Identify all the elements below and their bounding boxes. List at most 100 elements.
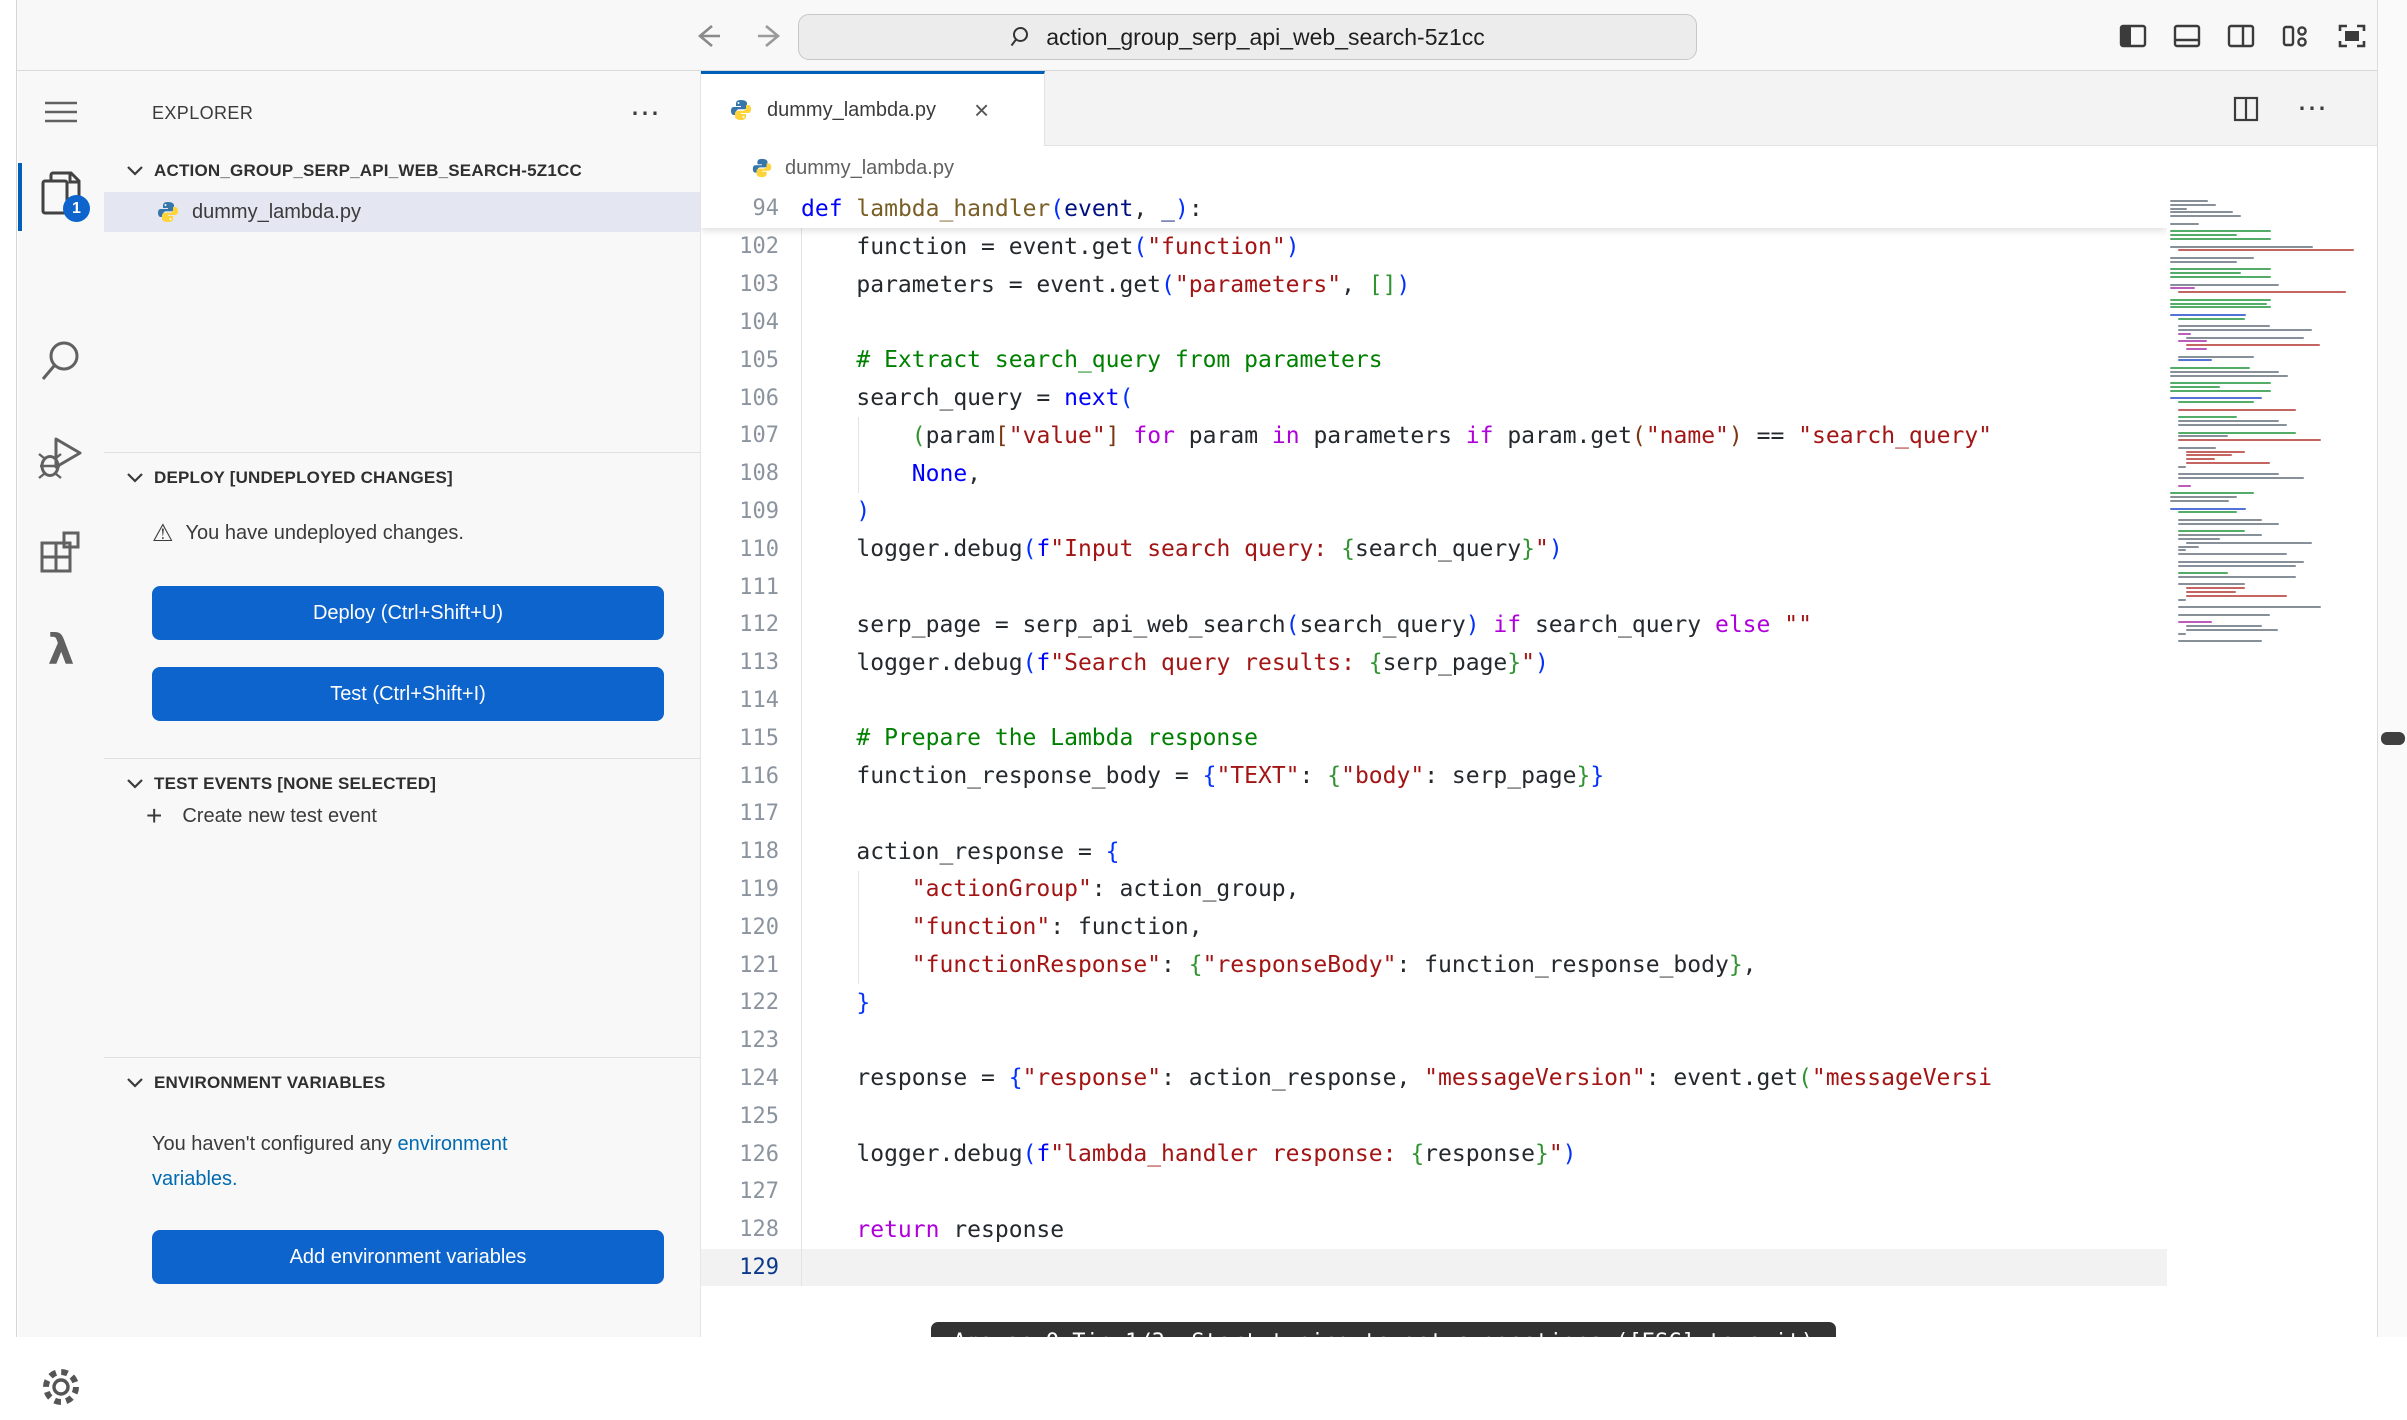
minimap-line xyxy=(2170,337,2366,339)
minimap[interactable] xyxy=(2170,200,2366,670)
breadcrumb[interactable]: dummy_lambda.py xyxy=(701,146,2377,190)
toggle-primary-sidebar-icon[interactable] xyxy=(2119,22,2147,50)
code-line-124[interactable]: 124 response = {"response": action_respo… xyxy=(701,1060,2167,1098)
code-line-121[interactable]: 121 "functionResponse": {"responseBody":… xyxy=(701,946,2167,984)
explorer-more-actions-icon[interactable]: ⋯ xyxy=(630,91,660,135)
code-line-126[interactable]: 126 logger.debug(f"lambda_handler respon… xyxy=(701,1135,2167,1173)
code-line-108[interactable]: 108 None, xyxy=(701,455,2167,493)
search-icon xyxy=(1010,25,1034,49)
settings-button[interactable] xyxy=(18,1354,104,1420)
code-line-102[interactable]: 102 function = event.get("function") xyxy=(701,228,2167,266)
scrollbar-thumb[interactable] xyxy=(2381,732,2405,745)
code-line-112[interactable]: 112 serp_page = serp_api_web_search(sear… xyxy=(701,606,2167,644)
sidebar-item-lambda[interactable]: λ xyxy=(18,616,104,682)
command-center-search[interactable]: action_group_serp_api_web_search-5z1cc xyxy=(798,14,1697,60)
line-number: 117 xyxy=(701,801,779,826)
undeployed-warning: ⚠ You have undeployed changes. xyxy=(152,521,464,545)
line-number: 125 xyxy=(701,1104,779,1129)
minimap-line xyxy=(2170,466,2366,468)
code-text: "functionResponse": {"responseBody": fun… xyxy=(779,952,1757,978)
sidebar-item-run-debug[interactable] xyxy=(18,424,104,490)
minimap-line xyxy=(2170,223,2366,225)
code-line-111[interactable]: 111 xyxy=(701,568,2167,606)
line-number: 121 xyxy=(701,953,779,978)
code-text: serp_page = serp_api_web_search(search_q… xyxy=(779,612,1812,638)
code-line-120[interactable]: 120 "function": function, xyxy=(701,908,2167,946)
minimap-line xyxy=(2170,211,2366,213)
sidebar-item-search[interactable] xyxy=(18,328,104,394)
minimap-line xyxy=(2170,287,2366,289)
code-line-109[interactable]: 109 ) xyxy=(701,493,2167,531)
line-number: 112 xyxy=(701,612,779,637)
menu-button[interactable] xyxy=(18,79,104,145)
minimap-line xyxy=(2170,409,2366,411)
chevron-down-icon xyxy=(126,1077,144,1089)
create-test-event-label: Create new test event xyxy=(182,805,377,828)
minimap-line xyxy=(2170,473,2366,475)
minimap-line xyxy=(2170,454,2366,456)
code-line-118[interactable]: 118 action_response = { xyxy=(701,833,2167,871)
environment-section-header[interactable]: ENVIRONMENT VARIABLES xyxy=(104,1061,700,1105)
toggle-secondary-sidebar-icon[interactable] xyxy=(2227,22,2255,50)
sidebar-item-explorer[interactable]: 1 xyxy=(18,164,104,230)
add-environment-variables-button[interactable]: Add environment variables xyxy=(152,1230,664,1284)
minimap-line xyxy=(2170,489,2366,491)
tab-label: dummy_lambda.py xyxy=(767,99,936,122)
deploy-section-header[interactable]: DEPLOY [UNDEPLOYED CHANGES] xyxy=(104,456,700,500)
minimap-line xyxy=(2170,276,2366,278)
minimap-line xyxy=(2170,322,2366,324)
code-line-117[interactable]: 117 xyxy=(701,795,2167,833)
close-icon[interactable]: × xyxy=(974,100,989,120)
code-line-116[interactable]: 116 function_response_body = {"TEXT": {"… xyxy=(701,757,2167,795)
minimap-line xyxy=(2170,219,2366,221)
back-arrow-icon[interactable] xyxy=(690,21,724,51)
sticky-scroll-line[interactable]: 94def lambda_handler(event, _): xyxy=(701,190,2167,228)
centered-layout-icon[interactable] xyxy=(2337,22,2367,50)
code-line-122[interactable]: 122 } xyxy=(701,984,2167,1022)
minimap-line xyxy=(2170,359,2366,361)
code-text: parameters = event.get("parameters", []) xyxy=(779,272,1410,298)
code-line-94[interactable]: 94def lambda_handler(event, _): xyxy=(701,190,2167,228)
split-editor-icon[interactable] xyxy=(2233,96,2259,122)
code-line-129[interactable]: 129 xyxy=(701,1249,2167,1287)
code-line-104[interactable]: 104 xyxy=(701,304,2167,342)
code-editor[interactable]: 102 function = event.get("function")103 … xyxy=(701,190,2167,1337)
code-line-123[interactable]: 123 xyxy=(701,1022,2167,1060)
tab-dummy-lambda[interactable]: dummy_lambda.py × xyxy=(701,71,1045,146)
minimap-line xyxy=(2170,310,2366,312)
minimap-line xyxy=(2170,443,2366,445)
toggle-panel-icon[interactable] xyxy=(2173,22,2201,50)
minimap-line xyxy=(2170,303,2366,305)
window-scrollbar[interactable] xyxy=(2377,0,2407,1337)
line-number: 111 xyxy=(701,575,779,600)
python-file-icon xyxy=(751,157,773,179)
code-text: return response xyxy=(779,1217,1064,1243)
code-line-103[interactable]: 103 parameters = event.get("parameters",… xyxy=(701,266,2167,304)
editor-more-actions-icon[interactable]: ⋯ xyxy=(2297,91,2327,126)
sidebar-item-extensions[interactable] xyxy=(18,520,104,586)
code-line-128[interactable]: 128 return response xyxy=(701,1211,2167,1249)
code-line-119[interactable]: 119 "actionGroup": action_group, xyxy=(701,871,2167,909)
code-line-106[interactable]: 106 search_query = next( xyxy=(701,379,2167,417)
code-line-115[interactable]: 115 # Prepare the Lambda response xyxy=(701,719,2167,757)
minimap-line xyxy=(2170,428,2366,430)
code-line-105[interactable]: 105 # Extract search_query from paramete… xyxy=(701,341,2167,379)
code-line-113[interactable]: 113 logger.debug(f"Search query results:… xyxy=(701,644,2167,682)
deploy-button[interactable]: Deploy (Ctrl+Shift+U) xyxy=(152,586,664,640)
code-line-125[interactable]: 125 xyxy=(701,1097,2167,1135)
test-button[interactable]: Test (Ctrl+Shift+I) xyxy=(152,667,664,721)
code-line-107[interactable]: 107 (param["value"] for param in paramet… xyxy=(701,417,2167,455)
workspace-section-header[interactable]: ACTION_GROUP_SERP_API_WEB_SEARCH-5Z1CC xyxy=(104,149,700,193)
code-text: function_response_body = {"TEXT": {"body… xyxy=(779,763,1604,789)
customize-layout-icon[interactable] xyxy=(2281,22,2311,50)
code-line-127[interactable]: 127 xyxy=(701,1173,2167,1211)
code-line-110[interactable]: 110 logger.debug(f"Input search query: {… xyxy=(701,530,2167,568)
file-item-dummy-lambda[interactable]: dummy_lambda.py xyxy=(104,192,700,232)
chevron-down-icon xyxy=(126,472,144,484)
python-file-icon xyxy=(156,200,180,224)
code-line-114[interactable]: 114 xyxy=(701,682,2167,720)
minimap-line xyxy=(2170,397,2366,399)
deploy-section-label: DEPLOY [UNDEPLOYED CHANGES] xyxy=(154,468,453,488)
forward-arrow-icon[interactable] xyxy=(754,21,788,51)
create-test-event[interactable]: + Create new test event xyxy=(146,800,377,832)
